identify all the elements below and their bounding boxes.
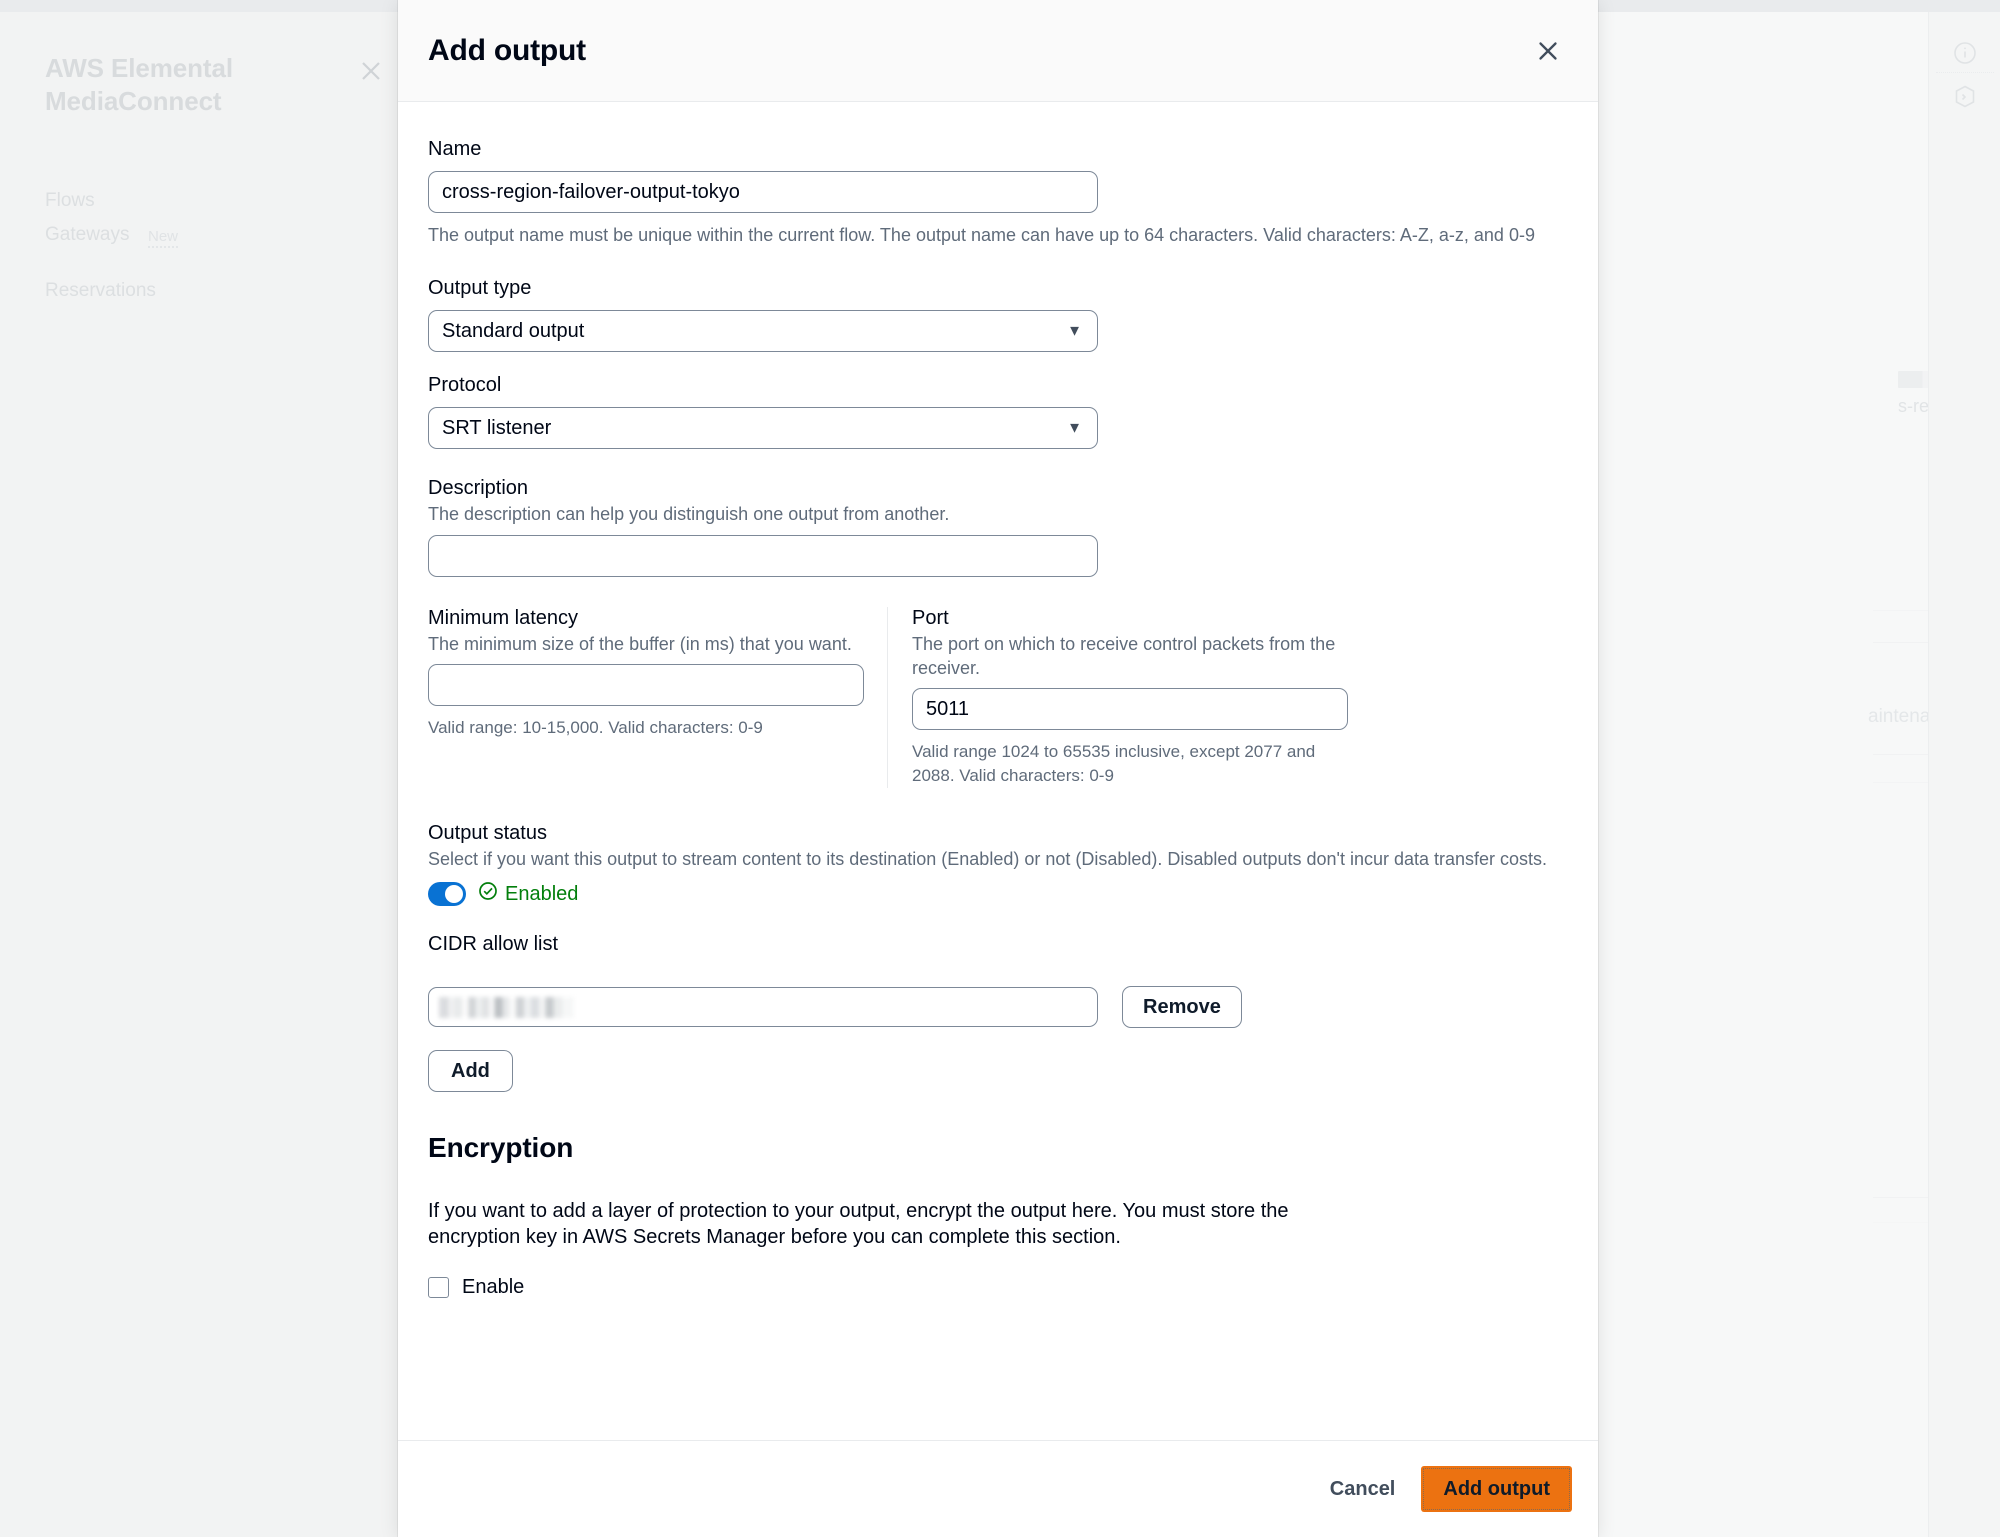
sidebar-item-reservations[interactable]: Reservations bbox=[45, 280, 156, 302]
port-help-text: The port on which to receive control pac… bbox=[912, 633, 1336, 678]
name-input[interactable] bbox=[428, 171, 1098, 213]
chevron-down-icon: ▼ bbox=[1067, 322, 1082, 340]
console-sidebar: AWS Elemental MediaConnect Flows Gateway… bbox=[0, 12, 398, 1537]
output-status-value: Enabled bbox=[478, 881, 578, 907]
name-help-text: The output name must be unique within th… bbox=[428, 225, 1535, 245]
port-input[interactable] bbox=[912, 688, 1348, 731]
encryption-enable-label: Enable bbox=[462, 1276, 525, 1299]
add-output-modal: Add output Name The output name must be … bbox=[398, 0, 1598, 1537]
sidebar-close-icon[interactable] bbox=[358, 58, 384, 84]
minimum-latency-group: Minimum latency The minimum size of the … bbox=[428, 606, 888, 788]
output-status-text: Enabled bbox=[505, 882, 579, 905]
add-cidr-button[interactable]: Add bbox=[428, 1050, 513, 1093]
check-circle-icon bbox=[478, 881, 498, 907]
cloudshell-icon[interactable] bbox=[1952, 84, 1978, 115]
port-group: Port The port on which to receive contro… bbox=[888, 607, 1348, 788]
toggle-knob bbox=[445, 885, 463, 904]
name-label: Name bbox=[428, 138, 482, 160]
remove-cidr-button[interactable]: Remove bbox=[1122, 986, 1242, 1029]
protocol-select[interactable]: SRT listener ▼ bbox=[428, 407, 1098, 450]
output-status-toggle-row: Enabled bbox=[428, 881, 1568, 907]
minimum-latency-constraint: Valid range: 10-15,000. Valid characters… bbox=[428, 717, 763, 737]
description-help-text: The description can help you distinguish… bbox=[428, 504, 950, 525]
cidr-input[interactable] bbox=[428, 987, 1098, 1028]
encryption-enable-row: Enable bbox=[428, 1276, 1568, 1299]
rail-divider bbox=[1936, 72, 1994, 73]
console-right-rail bbox=[1928, 12, 2000, 1537]
protocol-value: SRT listener bbox=[442, 416, 552, 439]
port-constraint: Valid range 1024 to 65535 inclusive, exc… bbox=[912, 742, 1316, 785]
output-status-help-text: Select if you want this output to stream… bbox=[428, 848, 1548, 869]
cancel-button[interactable]: Cancel bbox=[1308, 1468, 1418, 1511]
encryption-paragraph: If you want to add a layer of protection… bbox=[428, 1200, 1289, 1249]
minimum-latency-help-text: The minimum size of the buffer (in ms) t… bbox=[428, 633, 852, 654]
description-label: Description bbox=[428, 477, 529, 500]
output-status-label: Output status bbox=[428, 821, 547, 844]
add-output-submit-button[interactable]: Add output bbox=[1421, 1466, 1572, 1512]
output-type-value: Standard output bbox=[442, 319, 585, 342]
description-input[interactable] bbox=[428, 534, 1098, 577]
encryption-section-title: Encryption bbox=[428, 1132, 574, 1164]
output-status-toggle[interactable] bbox=[428, 882, 466, 907]
output-type-select[interactable]: Standard output ▼ bbox=[428, 310, 1098, 353]
sidebar-badge-new: New bbox=[148, 228, 179, 248]
modal-header: Add output bbox=[398, 0, 1598, 102]
modal-body: Name The output name must be unique with… bbox=[398, 102, 1598, 1440]
modal-title: Add output bbox=[428, 33, 586, 67]
encryption-enable-checkbox[interactable] bbox=[428, 1277, 449, 1299]
sidebar-item-gateways[interactable]: Gateways bbox=[45, 224, 129, 246]
cidr-allow-list-label: CIDR allow list bbox=[428, 933, 559, 956]
port-label: Port bbox=[912, 606, 949, 629]
chevron-down-icon: ▼ bbox=[1067, 419, 1082, 437]
cidr-row: Remove bbox=[428, 986, 1568, 1029]
close-icon[interactable] bbox=[1528, 31, 1568, 71]
protocol-label: Protocol bbox=[428, 374, 502, 397]
output-type-label: Output type bbox=[428, 277, 532, 300]
modal-footer: Cancel Add output bbox=[398, 1440, 1598, 1537]
latency-port-row: Minimum latency The minimum size of the … bbox=[428, 606, 1568, 788]
sidebar-item-flows[interactable]: Flows bbox=[45, 190, 95, 212]
redacted-cidr-value bbox=[439, 997, 574, 1019]
info-icon[interactable] bbox=[1952, 40, 1978, 71]
service-title: AWS Elemental MediaConnect bbox=[45, 53, 233, 116]
minimum-latency-input[interactable] bbox=[428, 663, 864, 706]
minimum-latency-label: Minimum latency bbox=[428, 606, 579, 629]
